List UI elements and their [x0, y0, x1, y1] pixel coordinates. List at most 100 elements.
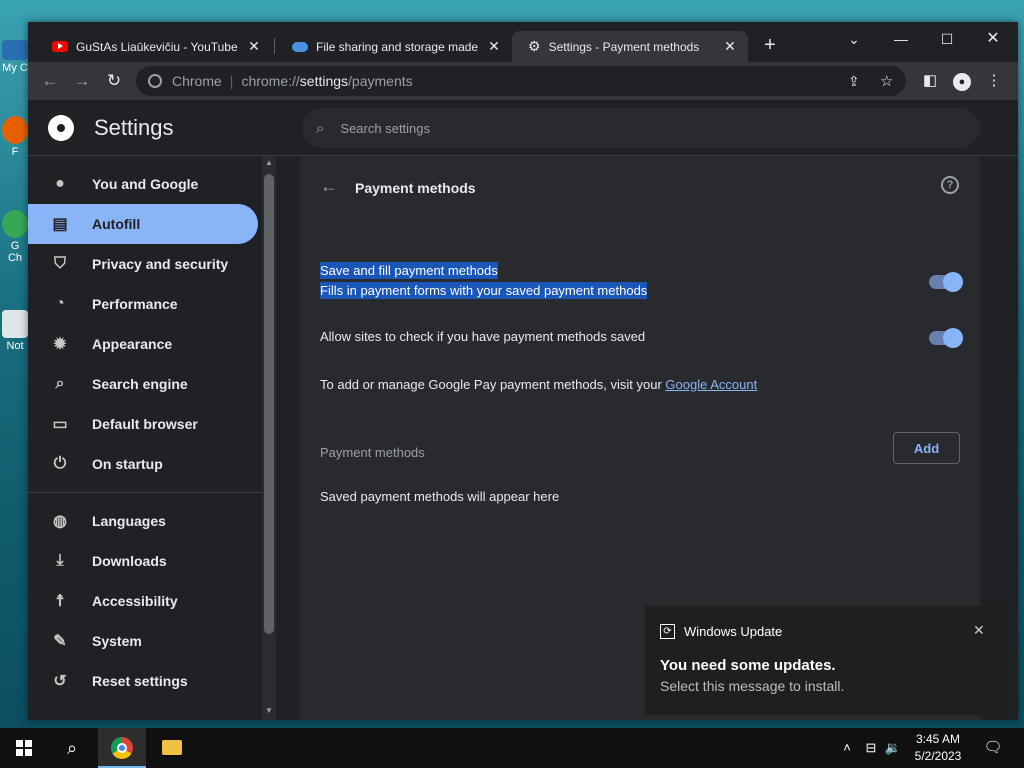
browser-icon: ▭	[52, 416, 68, 433]
palette-icon: ✹	[53, 336, 67, 353]
back-arrow-icon[interactable]: ←	[320, 176, 338, 197]
tab-title: File sharing and storage made si	[316, 39, 480, 54]
card-header: ← Payment methods ?	[300, 172, 980, 204]
network-icon[interactable]: ⊟	[862, 728, 880, 768]
sidebar-item-autofill[interactable]: ▤ Autofill	[28, 204, 258, 244]
globe-icon: ◍	[53, 513, 67, 530]
clock-time: 3:45 AM	[915, 732, 961, 746]
power-icon: ⏻	[53, 455, 67, 472]
toggle-knob	[943, 272, 963, 292]
maximize-icon[interactable]: ☐	[924, 26, 970, 52]
scroll-up-icon[interactable]: ▲	[262, 158, 276, 167]
settings-search-input[interactable]	[340, 120, 901, 136]
payment-methods-section-label: Payment methods	[320, 445, 425, 460]
desktop-icon-my-computer[interactable]: My C	[2, 40, 28, 74]
sidebar-item-performance[interactable]: ◔ Performance	[28, 284, 258, 324]
back-arrow-icon[interactable]: ←	[39, 70, 61, 92]
settings-search[interactable]: ⌕	[302, 108, 980, 148]
forward-arrow-icon[interactable]: →	[71, 70, 93, 92]
selected-text: Save and fill payment methods	[320, 262, 498, 279]
close-icon[interactable]: ✕	[973, 622, 985, 639]
browser-toolbar: ← → ↻ Chrome | chrome://settings/payment…	[28, 62, 1018, 100]
sidebar-item-label: You and Google	[92, 176, 199, 192]
windows-logo-icon	[16, 739, 32, 756]
sidebar-item-search-engine[interactable]: ⌕ Search engine	[28, 364, 258, 404]
sidebar-item-label: Downloads	[92, 553, 167, 569]
desktop-icon-notepad[interactable]: Not	[2, 310, 28, 352]
close-icon[interactable]: ✕	[722, 38, 738, 55]
taskbar-file-explorer[interactable]	[148, 728, 196, 768]
youtube-icon	[52, 41, 68, 52]
tab-separator	[274, 38, 275, 54]
sidebar-scrollbar[interactable]: ▲ ▼	[262, 156, 276, 720]
close-icon[interactable]: ✕	[486, 38, 502, 55]
desktop-icon-google-chrome[interactable]: G Ch	[2, 210, 28, 264]
side-panel-icon[interactable]: ◧	[920, 71, 940, 91]
clipboard-icon: ▤	[52, 216, 68, 233]
tab-file-sharing[interactable]: File sharing and storage made si ✕	[276, 31, 512, 62]
gear-icon: ⚙	[528, 38, 541, 54]
save-fill-subtitle: Fills in payment forms with your saved p…	[320, 282, 648, 299]
profile-avatar-icon[interactable]: ●	[952, 71, 972, 91]
bookmark-star-icon[interactable]: ☆	[880, 72, 893, 90]
save-fill-toggle[interactable]	[929, 272, 963, 292]
help-icon[interactable]: ?	[941, 176, 959, 194]
volume-icon[interactable]: 🔉	[884, 728, 902, 768]
sidebar-item-reset-settings[interactable]: ↺ Reset settings	[28, 661, 258, 701]
sidebar-item-privacy[interactable]: ⛉ Privacy and security	[28, 244, 258, 284]
chevron-up-icon[interactable]: ˄	[838, 728, 856, 768]
action-center-icon[interactable]: 🗨	[982, 728, 1004, 768]
toggle-knob	[943, 328, 963, 348]
google-pay-label: To add or manage Google Pay payment meth…	[320, 377, 666, 392]
sidebar-item-label: Accessibility	[92, 593, 178, 609]
scrollbar-thumb[interactable]	[264, 174, 274, 634]
kebab-menu-icon[interactable]: ⋮	[984, 71, 1004, 91]
close-icon[interactable]: ✕	[246, 38, 262, 55]
sidebar-item-system[interactable]: ✎ System	[28, 621, 258, 661]
sidebar-item-default-browser[interactable]: ▭ Default browser	[28, 404, 258, 444]
minimize-icon[interactable]: —	[878, 26, 924, 52]
sidebar-item-label: On startup	[92, 456, 163, 472]
desktop-icon-firefox[interactable]: F	[2, 116, 28, 158]
sidebar-divider	[28, 492, 262, 493]
sidebar-item-you-and-google[interactable]: ● You and Google	[28, 164, 258, 204]
desktop-icon-label: My C	[2, 62, 28, 74]
window-close-icon[interactable]: ✕	[970, 26, 1016, 52]
allow-sites-toggle[interactable]	[929, 328, 963, 348]
sidebar-item-label: Languages	[92, 513, 166, 529]
url-scheme: chrome://	[241, 73, 300, 89]
address-bar[interactable]: Chrome | chrome://settings/payments ⇪ ☆	[136, 66, 906, 96]
share-icon[interactable]: ⇪	[848, 73, 860, 90]
reload-icon[interactable]: ↻	[103, 70, 125, 92]
sidebar-item-label: Appearance	[92, 336, 173, 352]
scroll-down-icon[interactable]: ▼	[262, 706, 276, 715]
search-icon[interactable]: ⌕	[48, 728, 96, 768]
settings-title: Settings	[94, 115, 174, 140]
windows-update-notification[interactable]: ⟳ Windows Update ✕ You need some updates…	[645, 606, 1009, 715]
taskbar-chrome[interactable]	[98, 728, 146, 768]
sidebar-item-languages[interactable]: ◍ Languages	[28, 501, 258, 541]
notification-app-name: Windows Update	[684, 624, 783, 639]
url-host: settings	[299, 73, 349, 89]
sidebar-item-label: Default browser	[92, 416, 198, 432]
sidebar-item-appearance[interactable]: ✹ Appearance	[28, 324, 258, 364]
refresh-icon: ⟳	[660, 624, 675, 639]
google-account-link[interactable]: Google Account	[665, 377, 757, 392]
tab-title: Settings - Payment methods	[548, 39, 700, 54]
start-button[interactable]	[0, 728, 48, 768]
tab-youtube[interactable]: GuStAs Liaūkevičiu - YouTube ✕	[36, 31, 272, 62]
sidebar-item-accessibility[interactable]: ☨ Accessibility	[28, 581, 258, 621]
cloud-icon	[292, 41, 308, 52]
clock[interactable]: 3:45 AM 5/2/2023	[906, 731, 970, 765]
gauge-icon: ◔	[55, 295, 65, 312]
clock-date: 5/2/2023	[914, 749, 962, 763]
new-tab-button[interactable]: +	[758, 34, 782, 58]
chevron-down-icon[interactable]: ⌄	[831, 26, 877, 52]
save-fill-title: Save and fill payment methods	[320, 262, 498, 279]
settings-header: Settings ⌕	[28, 100, 1018, 156]
add-payment-method-button[interactable]: Add	[893, 432, 960, 464]
sidebar-item-on-startup[interactable]: ⏻ On startup	[28, 444, 258, 484]
tab-settings-payment[interactable]: ⚙ Settings - Payment methods ✕	[512, 31, 748, 62]
settings-sidebar: ● You and Google ▤ Autofill ⛉ Privacy an…	[28, 164, 262, 720]
sidebar-item-downloads[interactable]: ⤓ Downloads	[28, 541, 258, 581]
